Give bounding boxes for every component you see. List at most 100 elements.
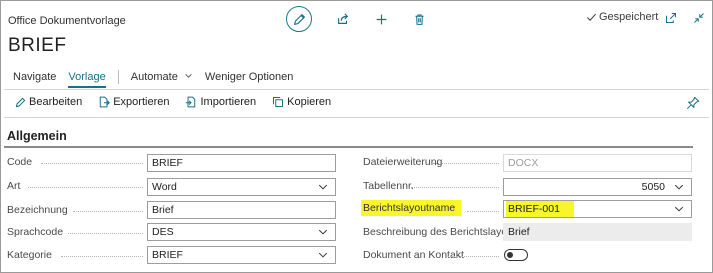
importieren-label: Importieren	[200, 96, 257, 108]
pencil-icon	[293, 13, 305, 25]
field-row-beschreibung: Beschreibung des Berichtslayouts	[363, 222, 521, 242]
leader-dots	[41, 163, 143, 164]
sprachcode-select[interactable]: DES	[147, 223, 336, 241]
toggle-knob	[507, 251, 513, 258]
exportieren-label: Exportieren	[113, 96, 170, 108]
nav-item-automate[interactable]: Automate	[131, 71, 193, 83]
field-row-bezeichnung: Bezeichnung	[7, 200, 68, 220]
field-row-berichtslayoutname: Berichtslayoutname	[361, 198, 462, 218]
pin-action-bar-icon[interactable]	[686, 96, 700, 110]
exportieren-button[interactable]: Exportieren	[98, 96, 169, 108]
kategorie-select[interactable]: BRIEF	[147, 246, 336, 264]
open-new-window-icon	[666, 13, 676, 23]
bezeichnung-value: Brief	[152, 204, 174, 216]
tabellennr-select[interactable]: 5050	[503, 178, 692, 196]
nav-item-weniger-optionen[interactable]: Weniger Optionen	[205, 71, 293, 83]
berichtslayoutname-value: BRIEF-001	[506, 201, 574, 217]
leader-dots	[411, 187, 499, 188]
chevron-down-icon	[318, 252, 328, 258]
chevron-down-icon	[318, 184, 328, 190]
field-label: Dokument an Kontakt	[363, 249, 464, 261]
collapse-icon	[694, 13, 704, 23]
berichtslayoutname-select[interactable]: BRIEF-001	[503, 200, 692, 218]
chevron-down-icon	[185, 74, 192, 78]
leader-dots	[68, 233, 143, 234]
code-value: BRIEF	[152, 157, 183, 169]
trash-icon	[414, 14, 424, 25]
nav-divider	[4, 89, 709, 90]
top-action-bar	[286, 6, 430, 32]
page-title: BRIEF	[8, 35, 67, 56]
checkmark-icon	[587, 13, 596, 21]
leader-dots	[61, 256, 143, 257]
save-status-label: Gespeichert	[599, 11, 659, 23]
tabellennr-value: 5050	[641, 181, 665, 193]
dokument-an-kontakt-toggle[interactable]	[504, 249, 528, 261]
field-label: Dateierweiterung	[363, 156, 443, 168]
copy-icon	[273, 97, 284, 107]
field-row-tabellennr: Tabellennr.	[363, 176, 414, 196]
add-button[interactable]	[370, 8, 392, 30]
plus-icon	[376, 14, 386, 24]
bearbeiten-label: Bearbeiten	[29, 96, 83, 108]
page-frame: Office Dokumentvorlage Gespeichert BRIEF…	[0, 0, 713, 273]
chevron-down-icon	[674, 206, 684, 212]
leader-dots	[446, 256, 499, 257]
nav-item-vorlage[interactable]: Vorlage	[68, 71, 107, 88]
share-button[interactable]	[332, 8, 354, 30]
field-label: Beschreibung des Berichtslayouts	[363, 226, 522, 238]
kopieren-button[interactable]: Kopieren	[272, 96, 331, 108]
beschreibung-value: Brief	[508, 226, 530, 238]
save-status: Gespeichert	[586, 11, 658, 23]
importieren-button[interactable]: Importieren	[185, 96, 256, 108]
field-row-dateierweiterung: Dateierweiterung	[363, 152, 442, 172]
leader-dots	[73, 211, 143, 212]
share-icon	[338, 13, 349, 24]
sprachcode-value: DES	[152, 226, 174, 238]
action-bar: Bearbeiten Exportieren Importieren Kopie…	[15, 96, 347, 108]
action-divider	[4, 117, 709, 118]
leader-dots	[433, 163, 499, 164]
field-row-dokument-an-kontakt: Dokument an Kontakt	[363, 245, 464, 265]
field-label: Art	[7, 180, 21, 192]
field-label: Sprachcode	[7, 226, 64, 238]
collapse-button[interactable]	[691, 10, 707, 26]
dateierweiterung-field: DOCX	[503, 154, 692, 172]
chevron-down-icon	[318, 229, 328, 235]
nav-item-automate-label: Automate	[130, 71, 178, 83]
nav-separator	[117, 70, 119, 84]
window-controls	[663, 10, 707, 26]
art-value: Word	[152, 181, 177, 193]
edit-button[interactable]	[286, 6, 312, 32]
import-icon	[186, 96, 196, 108]
section-underline	[4, 146, 693, 148]
bearbeiten-button[interactable]: Bearbeiten	[15, 96, 82, 108]
art-select[interactable]: Word	[147, 178, 336, 196]
window-title: Office Dokumentvorlage	[8, 15, 126, 27]
nav-menu: Navigate Vorlage Automate Weniger Option…	[13, 70, 305, 88]
field-label: Bezeichnung	[7, 204, 68, 216]
dateierweiterung-value: DOCX	[508, 157, 539, 169]
kopieren-label: Kopieren	[287, 96, 332, 108]
field-label-highlighted: Berichtslayoutname	[361, 200, 462, 216]
leader-dots	[467, 211, 499, 212]
beschreibung-field: Brief	[503, 223, 692, 241]
field-row-art: Art	[7, 176, 20, 196]
chevron-down-icon	[674, 184, 684, 190]
bezeichnung-input[interactable]: Brief	[147, 201, 336, 219]
section-title-allgemein: Allgemein	[7, 129, 67, 143]
pencil-icon	[15, 97, 26, 107]
field-row-sprachcode: Sprachcode	[7, 222, 63, 242]
export-icon	[99, 96, 111, 108]
delete-button[interactable]	[408, 8, 430, 30]
field-label: Kategorie	[7, 249, 52, 261]
open-in-new-window-button[interactable]	[663, 10, 679, 26]
kategorie-value: BRIEF	[152, 249, 183, 261]
field-row-kategorie: Kategorie	[7, 245, 52, 265]
code-input[interactable]: BRIEF	[147, 154, 336, 172]
field-row-code: Code	[7, 152, 32, 172]
field-label: Code	[7, 156, 33, 168]
field-label: Tabellennr.	[363, 180, 414, 192]
leader-dots	[28, 187, 143, 188]
nav-item-navigate[interactable]: Navigate	[13, 71, 56, 83]
